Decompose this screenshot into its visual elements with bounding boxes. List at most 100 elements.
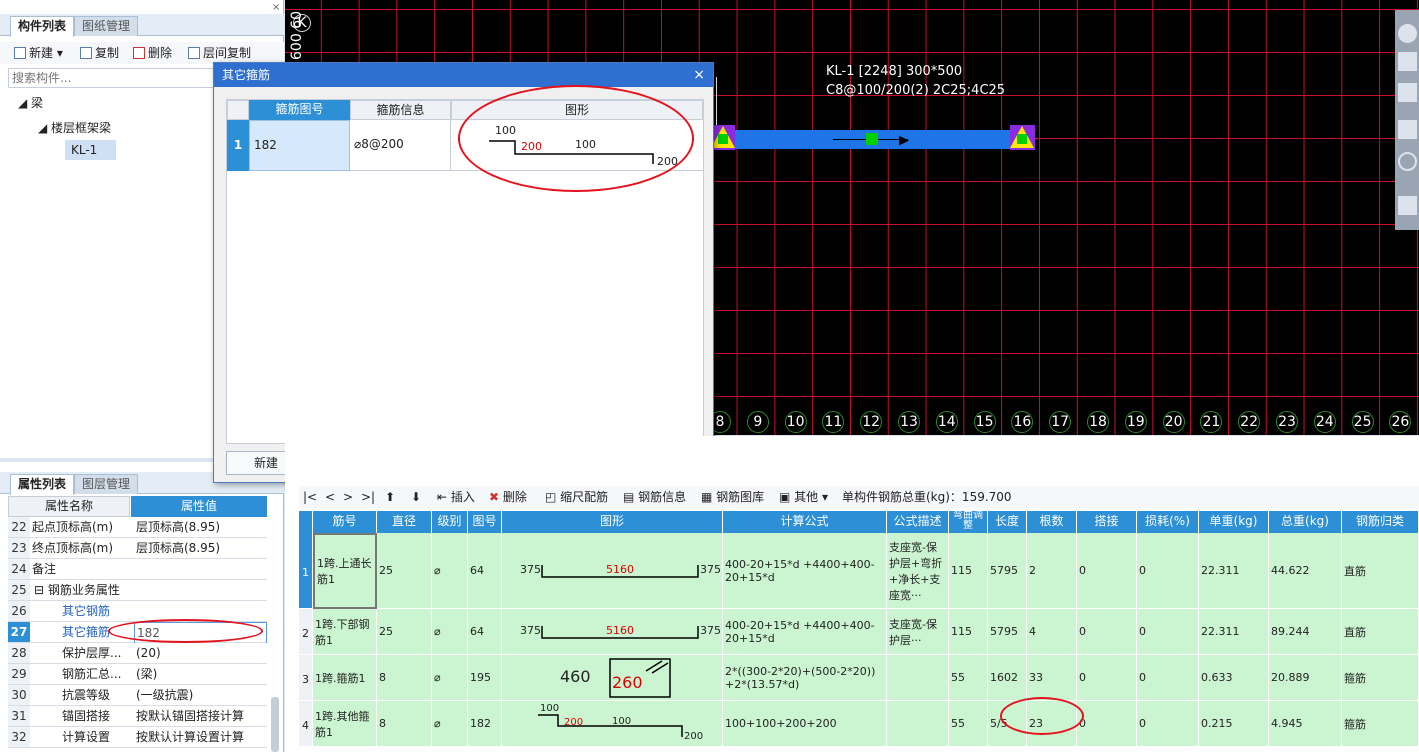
- rebar-cell-name[interactable]: 1跨.其他箍筋1: [313, 701, 377, 747]
- start-grip[interactable]: [718, 134, 728, 144]
- tree-leaf-kl1[interactable]: KL-1: [65, 140, 116, 160]
- rebar-cell-dia[interactable]: 25: [377, 533, 432, 609]
- rebar-cell-count[interactable]: 33: [1027, 655, 1077, 701]
- rebar-cell-formula[interactable]: 400-20+15*d +4400+400-20+15*d: [723, 609, 887, 655]
- rebar-cell-shape[interactable]: 64: [468, 609, 502, 655]
- tree-root[interactable]: ◢ 梁: [18, 94, 43, 111]
- tab-component-list[interactable]: 构件列表: [10, 16, 75, 37]
- rebar-cell-unit[interactable]: 0.215: [1199, 701, 1269, 747]
- rebar-cell-dia[interactable]: 8: [377, 655, 432, 701]
- rebar-cell-cat[interactable]: 直筋: [1342, 609, 1419, 655]
- rebar-cell-unit[interactable]: 22.311: [1199, 609, 1269, 655]
- rebar-cell-grade[interactable]: ⌀: [432, 701, 468, 747]
- view-cube-toolbar[interactable]: [1395, 10, 1419, 230]
- rebar-cell-total[interactable]: 20.889: [1269, 655, 1342, 701]
- copy-button[interactable]: 复制: [80, 42, 119, 64]
- rebar-cell-loss[interactable]: 0: [1137, 701, 1199, 747]
- last-button[interactable]: >|: [361, 486, 375, 508]
- rebar-cell-desc[interactable]: [887, 655, 949, 701]
- rebar-cell-total[interactable]: 4.945: [1269, 701, 1342, 747]
- rebar-cell-lap[interactable]: 0: [1077, 701, 1137, 747]
- front-view-icon[interactable]: [1398, 52, 1417, 71]
- refresh-icon[interactable]: [1398, 152, 1417, 171]
- rebar-cell-bend[interactable]: 115: [949, 533, 988, 609]
- scale-rebar-button[interactable]: ◰ 缩尺配筋: [545, 486, 608, 508]
- shape-no-cell[interactable]: 182: [249, 120, 350, 171]
- tab-layer-management[interactable]: 图层管理: [74, 474, 139, 494]
- collapse-icon[interactable]: ⊟: [34, 583, 44, 597]
- rebar-cell-formula[interactable]: 400-20+15*d +4400+400-20+15*d: [723, 533, 887, 609]
- new-button[interactable]: 新建 ▾: [14, 42, 63, 64]
- rebar-cell-cat[interactable]: 箍筋: [1342, 655, 1419, 701]
- tab-property-list[interactable]: 属性列表: [10, 474, 75, 495]
- rebar-cell-dia[interactable]: 25: [377, 609, 432, 655]
- rebar-cell-name[interactable]: 1跨.上通长筋1: [313, 533, 377, 609]
- tree-child[interactable]: ◢ 楼层框架梁: [38, 119, 111, 136]
- property-row[interactable]: 24 备注: [8, 559, 267, 580]
- info-cell[interactable]: ⌀8@200: [350, 120, 451, 171]
- property-row[interactable]: 30 抗震等级 (一级抗震): [8, 685, 267, 706]
- rebar-cell-grade[interactable]: ⌀: [432, 609, 468, 655]
- end-grip[interactable]: [1017, 134, 1027, 144]
- rebar-cell-len[interactable]: 5795: [988, 533, 1027, 609]
- floor-copy-button[interactable]: 层间复制: [188, 42, 251, 64]
- beam-midpoint-grip[interactable]: [866, 133, 878, 145]
- rebar-cell-total[interactable]: 89.244: [1269, 609, 1342, 655]
- property-row[interactable]: 31 锚固搭接 按默认锚固搭接计算: [8, 706, 267, 727]
- property-row[interactable]: 28 保护层厚... (20): [8, 643, 267, 664]
- rebar-figure-cell[interactable]: 100 200 100 200: [502, 701, 723, 747]
- other-menu-button[interactable]: ▣ 其他 ▾: [779, 486, 828, 508]
- rebar-cell-bend[interactable]: 115: [949, 609, 988, 655]
- rebar-cell-desc[interactable]: 支座宽-保护层+弯折+净长+支座宽···: [887, 533, 949, 609]
- rebar-cell-grade[interactable]: ⌀: [432, 533, 468, 609]
- rebar-cell-lap[interactable]: 0: [1077, 609, 1137, 655]
- first-button[interactable]: |<: [303, 486, 317, 508]
- rebar-cell-cat[interactable]: 箍筋: [1342, 701, 1419, 747]
- next-button[interactable]: >: [343, 486, 353, 508]
- property-row[interactable]: 29 钢筋汇总... (梁): [8, 664, 267, 685]
- rotate-view-icon[interactable]: [1398, 24, 1417, 43]
- prev-button[interactable]: <: [325, 486, 335, 508]
- rebar-cell-name[interactable]: 1跨.下部钢筋1: [313, 609, 377, 655]
- rebar-cell-count[interactable]: 2: [1027, 533, 1077, 609]
- top-view-icon[interactable]: [1398, 83, 1417, 102]
- rebar-cell-count[interactable]: 4: [1027, 609, 1077, 655]
- rebar-cell-len[interactable]: 1602: [988, 655, 1027, 701]
- rebar-cell-lap[interactable]: 0: [1077, 533, 1137, 609]
- rebar-cell-bend[interactable]: 55: [949, 701, 988, 747]
- rebar-cell-unit[interactable]: 0.633: [1199, 655, 1269, 701]
- rebar-cell-formula[interactable]: 2*((300-2*20)+(500-2*20)) +2*(13.57*d): [723, 655, 887, 701]
- layer-icon[interactable]: [1398, 196, 1417, 215]
- rebar-cell-formula[interactable]: 100+100+200+200: [723, 701, 887, 747]
- rebar-cell-shape[interactable]: 182: [468, 701, 502, 747]
- rebar-cell-dia[interactable]: 8: [377, 701, 432, 747]
- rebar-library-button[interactable]: ▦ 钢筋图库: [701, 486, 764, 508]
- property-row[interactable]: 26 其它钢筋: [8, 601, 267, 622]
- rebar-cell-name[interactable]: 1跨.箍筋1: [313, 655, 377, 701]
- rebar-cell-loss[interactable]: 0: [1137, 655, 1199, 701]
- rebar-cell-grade[interactable]: ⌀: [432, 655, 468, 701]
- panel-close-icon[interactable]: ×: [272, 2, 280, 13]
- tab-drawing-management[interactable]: 图纸管理: [74, 16, 139, 36]
- move-down-icon[interactable]: ⬇: [411, 486, 421, 508]
- insert-button[interactable]: ⇤ 插入: [437, 486, 475, 508]
- iso-view-icon[interactable]: [1398, 120, 1417, 139]
- property-scrollbar[interactable]: [271, 697, 279, 752]
- rebar-cell-loss[interactable]: 0: [1137, 533, 1199, 609]
- property-group-row[interactable]: 25 ⊟ 钢筋业务属性: [8, 580, 267, 601]
- dialog-close-button[interactable]: ×: [693, 63, 705, 87]
- delete-button[interactable]: 删除: [133, 42, 172, 64]
- rebar-cell-shape[interactable]: 195: [468, 655, 502, 701]
- rebar-figure-cell[interactable]: 375 5160 375: [502, 609, 723, 655]
- rebar-figure-cell[interactable]: 460 260: [502, 655, 723, 701]
- rebar-figure-cell[interactable]: 375 5160 375: [502, 533, 723, 609]
- rebar-cell-bend[interactable]: 55: [949, 655, 988, 701]
- rebar-cell-desc[interactable]: [887, 701, 949, 747]
- property-row[interactable]: 23 终点顶标高(m) 层顶标高(8.95): [8, 538, 267, 559]
- rebar-cell-lap[interactable]: 0: [1077, 655, 1137, 701]
- rebar-cell-total[interactable]: 44.622: [1269, 533, 1342, 609]
- property-row[interactable]: 32 计算设置 按默认计算设置计算: [8, 727, 267, 748]
- property-row[interactable]: 22 起点顶标高(m) 层顶标高(8.95): [8, 517, 267, 538]
- rebar-cell-len[interactable]: 5795: [988, 609, 1027, 655]
- move-up-icon[interactable]: ⬆: [385, 486, 395, 508]
